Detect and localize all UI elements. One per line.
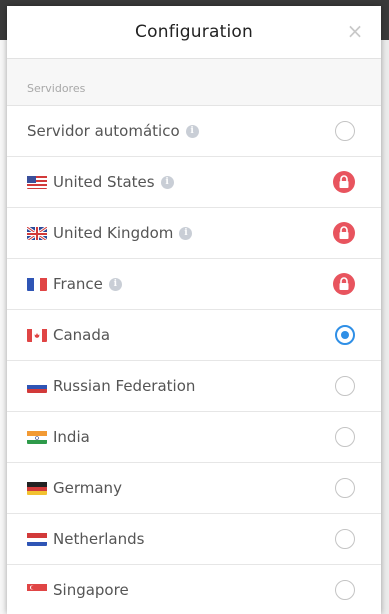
dialog-header: Configuration ×	[7, 6, 381, 59]
server-row[interactable]: Singapore	[7, 565, 381, 614]
server-row[interactable]: India	[7, 412, 381, 463]
server-label: France	[53, 275, 103, 293]
server-label: Servidor automático	[27, 122, 180, 140]
servers-section-header: Servidores	[7, 59, 381, 106]
server-list: Servidor automático i United States i United…	[7, 106, 381, 614]
server-label: Canada	[53, 326, 111, 344]
radio-unselected[interactable]	[335, 376, 355, 396]
info-icon[interactable]: i	[108, 277, 122, 291]
info-icon[interactable]: i	[185, 124, 199, 138]
background-right-edge	[380, 40, 389, 614]
server-label: Netherlands	[53, 530, 145, 548]
server-row[interactable]: United States i	[7, 157, 381, 208]
flag-de-icon	[27, 481, 47, 495]
server-label: Singapore	[53, 581, 129, 599]
lock-icon[interactable]	[333, 273, 355, 295]
flag-nl-icon	[27, 532, 47, 546]
section-label: Servidores	[27, 82, 86, 95]
flag-ru-icon	[27, 379, 47, 393]
radio-unselected[interactable]	[335, 529, 355, 549]
close-icon[interactable]: ×	[345, 21, 365, 41]
radio-unselected[interactable]	[335, 478, 355, 498]
server-label: India	[53, 428, 90, 446]
lock-icon[interactable]	[333, 171, 355, 193]
server-label: United Kingdom	[53, 224, 174, 242]
lock-icon[interactable]	[333, 222, 355, 244]
info-icon[interactable]: i	[179, 226, 193, 240]
radio-selected[interactable]	[335, 325, 355, 345]
server-row[interactable]: Canada	[7, 310, 381, 361]
radio-unselected[interactable]	[335, 121, 355, 141]
server-row[interactable]: France i	[7, 259, 381, 310]
flag-ca-icon	[27, 328, 47, 342]
server-row[interactable]: Servidor automático i	[7, 106, 381, 157]
server-row[interactable]: Netherlands	[7, 514, 381, 565]
radio-unselected[interactable]	[335, 580, 355, 600]
dialog-title: Configuration	[135, 22, 253, 42]
flag-us-icon	[27, 175, 47, 189]
server-row[interactable]: Germany	[7, 463, 381, 514]
server-label: United States	[53, 173, 155, 191]
info-icon[interactable]: i	[160, 175, 174, 189]
flag-in-icon	[27, 430, 47, 444]
server-row[interactable]: United Kingdom i	[7, 208, 381, 259]
server-row[interactable]: Russian Federation	[7, 361, 381, 412]
radio-unselected[interactable]	[335, 427, 355, 447]
flag-fr-icon	[27, 277, 47, 291]
flag-gb-icon	[27, 226, 47, 240]
flag-sg-icon	[27, 583, 47, 597]
server-label: Germany	[53, 479, 122, 497]
configuration-dialog: Configuration × Servidores Servidor auto…	[7, 6, 381, 614]
server-label: Russian Federation	[53, 377, 196, 395]
